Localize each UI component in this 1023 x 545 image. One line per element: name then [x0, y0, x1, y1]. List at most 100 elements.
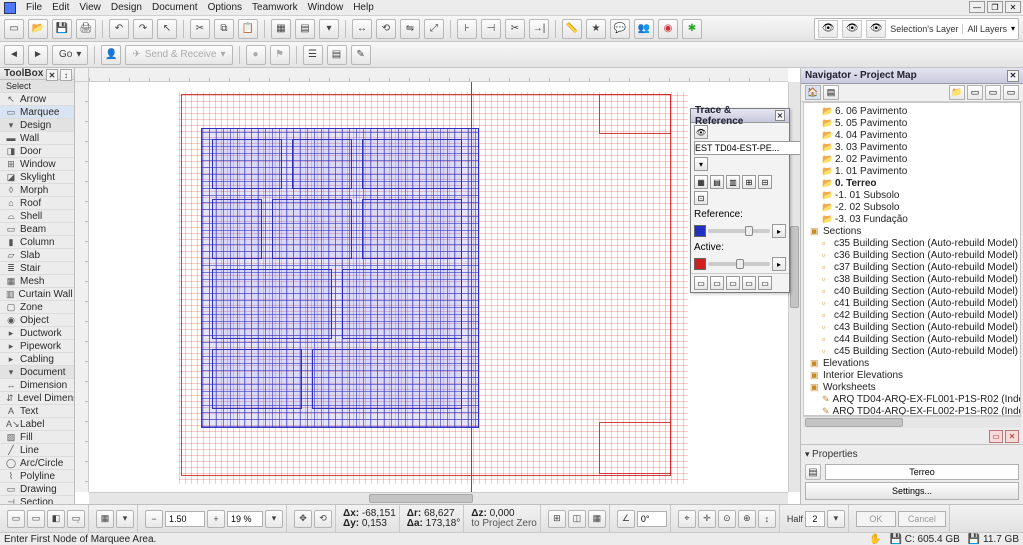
nav-opt2-icon[interactable]: ▭ [985, 85, 1001, 100]
angle-snap-icon[interactable]: ∠ [617, 510, 635, 528]
toolbox-design-header[interactable]: ▾Design [0, 119, 74, 132]
trace-toggle2-icon[interactable]: 👁 [842, 20, 862, 38]
tool-stretch-icon[interactable]: ⤢ [424, 19, 444, 39]
tool-align1-icon[interactable]: ⊦ [457, 19, 477, 39]
menu-design[interactable]: Design [111, 2, 142, 13]
view-dropdown-icon[interactable]: ▾ [319, 19, 339, 39]
view-plan-icon[interactable]: ▤ [295, 19, 315, 39]
half-value[interactable]: 2 [805, 511, 825, 527]
orbit-icon[interactable]: ⟲ [314, 510, 332, 528]
tool-label[interactable]: A↘Label [0, 418, 74, 431]
trace-palette-titlebar[interactable]: Trace & Reference ✕ [691, 109, 789, 123]
scale-input[interactable]: 1.50 [165, 511, 205, 527]
flag-icon[interactable]: ⚑ [270, 45, 290, 65]
tool-object[interactable]: ◉Object [0, 314, 74, 327]
tree-item[interactable]: 📂2. 02 Pavimento [804, 153, 1020, 165]
tool-drawing[interactable]: ▭Drawing [0, 483, 74, 496]
tool-column[interactable]: ▮Column [0, 236, 74, 249]
grid-snap3-icon[interactable]: ▦ [588, 510, 606, 528]
edit-icon[interactable]: ✎ [351, 45, 371, 65]
menu-options[interactable]: Options [208, 2, 242, 13]
tool-teamwork-icon[interactable]: 👥 [634, 19, 654, 39]
tree-item[interactable]: ▫c45 Building Section (Auto-rebuild Mode… [804, 345, 1020, 357]
navigator-panel-close-icon[interactable]: ✕ [1005, 430, 1019, 443]
guide4-icon[interactable]: ⊕ [738, 510, 756, 528]
trace-reference-palette[interactable]: Trace & Reference ✕ 👁 ▾ ▦ ▤ ▥ ⊞ ⊟ ⊡ Refe… [690, 108, 790, 293]
tool-align2-icon[interactable]: ⊣ [481, 19, 501, 39]
tree-item[interactable]: ▫c42 Building Section (Auto-rebuild Mode… [804, 309, 1020, 321]
infobox-marquee-icon[interactable]: ▭ [7, 510, 25, 528]
scroll-thumb-h[interactable] [369, 494, 474, 503]
trace-active-more-icon[interactable]: ▸ [772, 257, 786, 271]
trace-ref-color-swatch[interactable] [694, 225, 706, 237]
note-icon[interactable]: ▤ [327, 45, 347, 65]
toolbox-document-header[interactable]: ▾Document [0, 366, 74, 379]
layer-opt-icon[interactable]: ▾ [116, 510, 134, 528]
layer-selector[interactable]: 👁 👁 👁 Selection's Layer All Layers ▾ [814, 18, 1019, 40]
tool-favorite-icon[interactable]: ★ [586, 19, 606, 39]
grid-snap2-icon[interactable]: ◫ [568, 510, 586, 528]
save-icon[interactable]: 💾 [52, 19, 72, 39]
layer-toggle-icon[interactable]: ▦ [96, 510, 114, 528]
trace-opt3-icon[interactable]: ▥ [726, 175, 740, 189]
guide5-icon[interactable]: ↕ [758, 510, 776, 528]
tool-pipework[interactable]: ▸Pipework [0, 340, 74, 353]
tree-item[interactable]: ▫c37 Building Section (Auto-rebuild Mode… [804, 261, 1020, 273]
trace-palette-close-icon[interactable]: ✕ [775, 110, 785, 121]
properties-story-icon[interactable]: ▤ [805, 464, 821, 480]
tree-item[interactable]: 📂3. 03 Pavimento [804, 141, 1020, 153]
tree-item[interactable]: ▣Worksheets [804, 381, 1020, 393]
window-restore[interactable]: ❐ [987, 1, 1003, 13]
navigator-tree[interactable]: 📂6. 06 Pavimento📂5. 05 Pavimento📂4. 04 P… [803, 102, 1021, 416]
layer-dropdown-icon[interactable]: ▾ [1011, 24, 1015, 33]
record-icon[interactable]: ● [246, 45, 266, 65]
menu-help[interactable]: Help [353, 2, 374, 13]
infobox-geom2-icon[interactable]: ◧ [47, 510, 65, 528]
view-3d-icon[interactable]: ▦ [271, 19, 291, 39]
print-icon[interactable]: 🖨 [76, 19, 96, 39]
tool-beam[interactable]: ▭Beam [0, 223, 74, 236]
tree-item[interactable]: ▫c41 Building Section (Auto-rebuild Mode… [804, 297, 1020, 309]
menu-view[interactable]: View [79, 2, 101, 13]
trace-b2-icon[interactable]: ▭ [710, 276, 724, 290]
tool-rotate-icon[interactable]: ⟲ [376, 19, 396, 39]
tool-leveldim[interactable]: ⇵Level Dimension [0, 392, 74, 405]
tree-item[interactable]: ▫c35 Building Section (Auto-rebuild Mode… [804, 237, 1020, 249]
infobox-geom3-icon[interactable]: ▭̣ [67, 510, 85, 528]
zoom-out-icon[interactable]: − [145, 510, 163, 528]
tool-comment-icon[interactable]: 💬 [610, 19, 630, 39]
canvas-scrollbar-horizontal[interactable] [89, 492, 788, 504]
tool-roof[interactable]: ⌂Roof [0, 197, 74, 210]
tree-item[interactable]: ▣Interior Elevations [804, 369, 1020, 381]
grid-snap1-icon[interactable]: ⊞ [548, 510, 566, 528]
half-menu-icon[interactable]: ▾ [827, 510, 845, 528]
zoom-pct[interactable]: 19 % [227, 511, 263, 527]
ruler-horizontal[interactable] [89, 68, 788, 82]
properties-story-input[interactable] [825, 464, 1019, 480]
trace-opt6-icon[interactable]: ⊡ [694, 191, 708, 205]
go-button[interactable]: Go▾ [52, 45, 88, 65]
tool-line[interactable]: ╱Line [0, 444, 74, 457]
navigator-close-icon[interactable]: ✕ [1007, 70, 1019, 82]
menu-window[interactable]: Window [308, 2, 344, 13]
infobox-geom1-icon[interactable]: ▭ [27, 510, 45, 528]
tool-arc[interactable]: ◯Arc/Circle [0, 457, 74, 470]
canvas[interactable]: Trace & Reference ✕ 👁 ▾ ▦ ▤ ▥ ⊞ ⊟ ⊡ Refe… [75, 68, 801, 504]
menu-document[interactable]: Document [152, 2, 198, 13]
trace-ref-slider[interactable] [708, 229, 770, 233]
tool-extend-icon[interactable]: →| [529, 19, 549, 39]
tree-item[interactable]: ▫c43 Building Section (Auto-rebuild Mode… [804, 321, 1020, 333]
tool-trim-icon[interactable]: ✂ [505, 19, 525, 39]
trace-active-slider[interactable] [708, 262, 770, 266]
navigator-panel-min-icon[interactable]: ▭ [989, 430, 1003, 443]
tool-skylight[interactable]: ◪Skylight [0, 171, 74, 184]
properties-settings-button[interactable]: Settings... [805, 482, 1019, 500]
guide1-icon[interactable]: ⌖ [678, 510, 696, 528]
window-close[interactable]: ✕ [1005, 1, 1021, 13]
trace-toggle1-icon[interactable]: 👁 [818, 20, 838, 38]
trace-ref-more-icon[interactable]: ▸ [772, 224, 786, 238]
navigator-scrollbar[interactable] [803, 416, 1021, 428]
tool-bim-icon[interactable]: ◉ [658, 19, 678, 39]
ok-button[interactable]: OK [856, 511, 896, 527]
tree-item[interactable]: 📂1. 01 Pavimento [804, 165, 1020, 177]
